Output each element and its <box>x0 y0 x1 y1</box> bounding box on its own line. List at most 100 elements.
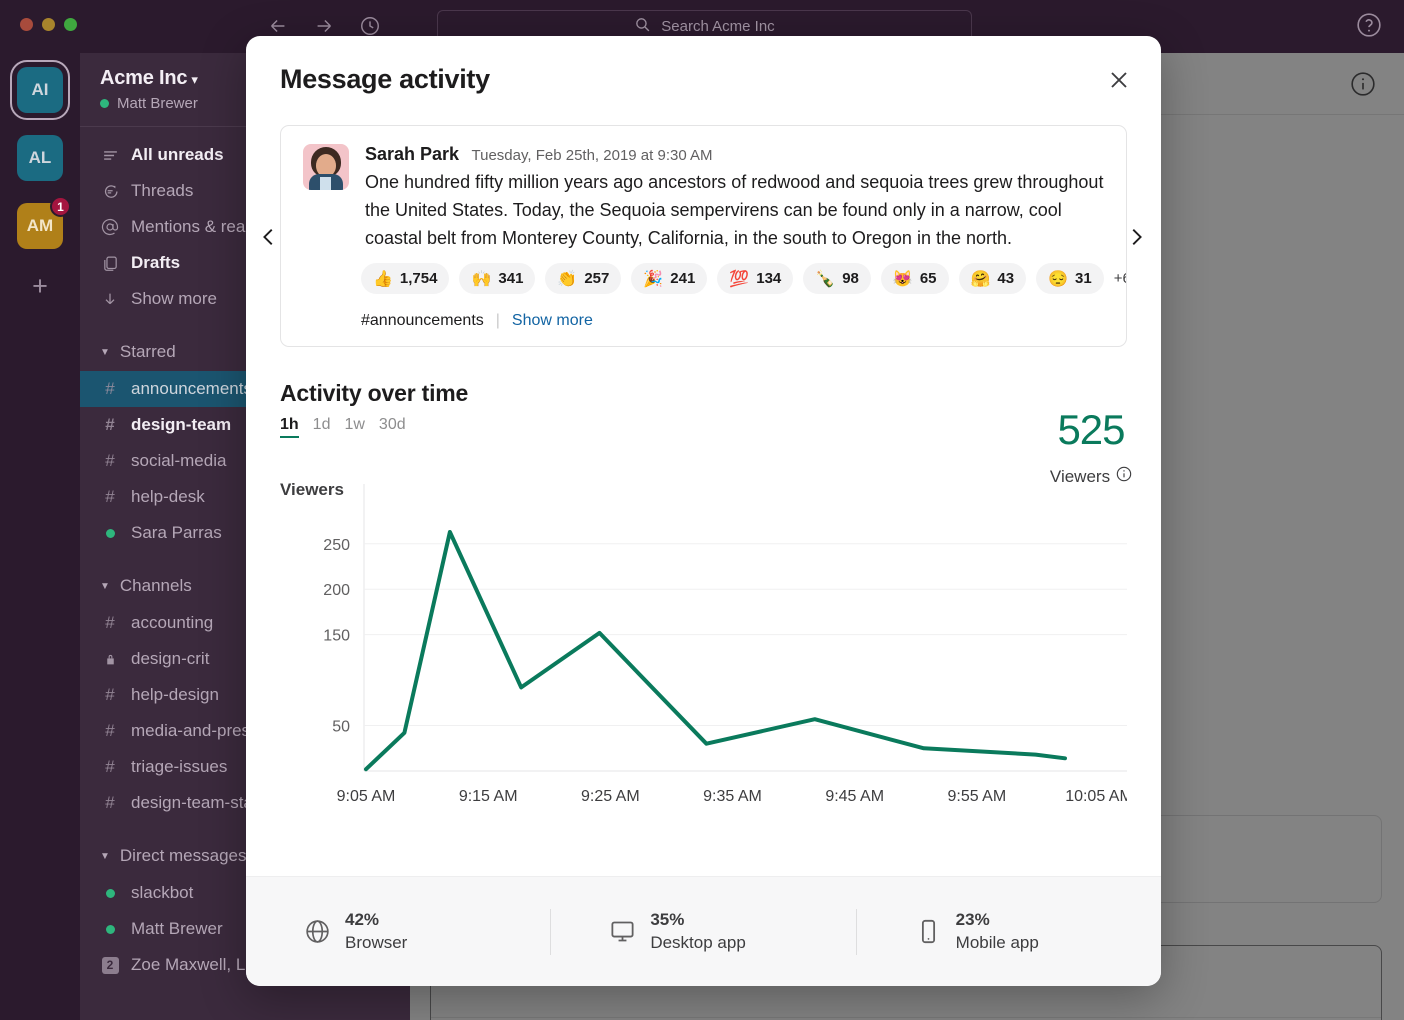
monitor-icon <box>609 918 636 945</box>
sidebar-item-label: Show more <box>131 289 217 308</box>
workspace-initials: AM <box>26 216 54 235</box>
reaction-pill[interactable]: 🍾 98 <box>803 263 871 294</box>
sidebar-item-label: Threads <box>131 181 194 200</box>
reaction-pill[interactable]: 👍 1,754 <box>361 263 450 294</box>
reaction-pill[interactable]: 🙌 341 <box>459 263 536 294</box>
more-reactions-label[interactable]: +6 <box>1114 270 1126 287</box>
app-window: Search Acme Inc AI AL AM 1 + Acme Inc▾ <box>0 0 1404 1020</box>
viewers-value: 525 <box>1057 406 1125 453</box>
help-circle-icon[interactable] <box>1356 12 1382 43</box>
reaction-emoji: 🎉 <box>643 270 664 288</box>
workspace-initials: AI <box>31 80 49 99</box>
sidebar-item-label: design-team <box>131 415 232 434</box>
device-label: Mobile app <box>955 933 1039 952</box>
svg-text:9:15 AM: 9:15 AM <box>459 788 518 805</box>
workspace-initials: AL <box>28 148 52 167</box>
reaction-emoji: 👍 <box>373 270 393 288</box>
svg-text:9:45 AM: 9:45 AM <box>825 788 884 805</box>
phone-icon <box>915 918 942 945</box>
reaction-pill[interactable]: 🎉 241 <box>631 263 708 294</box>
sidebar-item-label: Drafts <box>131 253 181 272</box>
svg-text:9:35 AM: 9:35 AM <box>703 788 762 805</box>
reaction-emoji: 🤗 <box>970 270 991 288</box>
reaction-emoji: 😔 <box>1048 270 1069 288</box>
hash-icon: # <box>105 793 115 812</box>
reaction-count: 134 <box>756 270 782 287</box>
message-activity-modal: Message activity Sarah Park Tuesday, Feb… <box>246 36 1161 986</box>
message-author: Sarah Park <box>365 144 460 164</box>
reaction-pill[interactable]: 😻 65 <box>880 263 949 294</box>
chevron-down-icon: ▾ <box>191 72 198 87</box>
maximize-window-button[interactable] <box>64 18 77 31</box>
channel-link[interactable]: #announcements <box>361 312 484 330</box>
message-text: One hundred fifty million years ago ance… <box>365 172 1104 248</box>
hash-icon: # <box>105 613 115 632</box>
svg-text:50: 50 <box>332 719 350 736</box>
caret-down-icon: ▼ <box>100 346 110 358</box>
lock-icon <box>100 652 120 667</box>
tab-30d[interactable]: 30d <box>379 416 406 438</box>
drafts-icon <box>100 255 120 272</box>
unread-badge: 1 <box>50 196 71 217</box>
sidebar-item-label: help-design <box>131 685 219 704</box>
avatar <box>303 144 349 190</box>
message-preview-card[interactable]: Sarah Park Tuesday, Feb 25th, 2019 at 9:… <box>280 125 1127 347</box>
close-window-button[interactable] <box>20 18 33 31</box>
sidebar-item-label: slackbot <box>131 883 194 902</box>
reaction-pill[interactable]: 🤗 43 <box>958 263 1027 294</box>
sidebar-item-label: media-and-press <box>131 721 259 740</box>
hash-icon: # <box>105 451 115 470</box>
reaction-count: 241 <box>670 270 696 287</box>
device-label: Browser <box>345 933 408 952</box>
workspace-switcher-item[interactable]: AI <box>10 60 70 120</box>
activity-heading: Activity over time <box>280 380 469 406</box>
sidebar-item-label: announcements <box>131 379 252 398</box>
sidebar-item-label: triage-issues <box>131 757 228 776</box>
svg-text:150: 150 <box>323 628 350 645</box>
device-percent: 23% <box>955 910 990 929</box>
reaction-pill[interactable]: 😔 31 <box>1036 263 1104 294</box>
device-stat-mobile: 23% Mobile app <box>857 910 1161 953</box>
sidebar-section-label: Direct messages <box>119 846 247 865</box>
add-workspace-button[interactable]: + <box>32 273 48 300</box>
reaction-pill[interactable]: 💯 134 <box>717 263 794 294</box>
hash-icon: # <box>105 487 115 506</box>
svg-text:10:05 AM: 10:05 AM <box>1065 788 1127 805</box>
svg-text:250: 250 <box>323 537 350 554</box>
search-icon <box>634 16 651 37</box>
reaction-count: 257 <box>584 270 610 287</box>
device-stat-desktop: 35% Desktop app <box>551 910 855 953</box>
current-user-name: Matt Brewer <box>117 95 198 112</box>
thread-icon <box>100 183 120 200</box>
info-circle-icon[interactable] <box>1350 71 1376 102</box>
page-title: Message activity <box>280 64 490 94</box>
chart-svg: 50 150 200 250 9:05 AM 9:15 AM 9:25 AM 9:35 AM 9… <box>323 484 1127 805</box>
tab-1d[interactable]: 1d <box>313 416 331 438</box>
caret-down-icon: ▼ <box>100 850 110 862</box>
reaction-pill[interactable]: 👏 257 <box>545 263 622 294</box>
presence-dot-icon <box>100 924 120 934</box>
show-more-link[interactable]: Show more <box>512 312 593 330</box>
minimize-window-button[interactable] <box>42 18 55 31</box>
tab-1w[interactable]: 1w <box>344 416 364 438</box>
reaction-emoji: 💯 <box>729 270 750 288</box>
count-badge: 2 <box>100 956 120 974</box>
message-card-footer: #announcements | Show more <box>361 312 593 330</box>
message-timestamp: Tuesday, Feb 25th, 2019 at 9:30 AM <box>471 147 713 164</box>
svg-text:200: 200 <box>323 582 350 599</box>
workspace-switcher-item[interactable]: AL <box>17 135 63 181</box>
tab-1h[interactable]: 1h <box>280 416 299 438</box>
hash-icon: # <box>105 685 115 704</box>
device-breakdown-footer: 42% Browser 35% Desktop app 23% Mobile a… <box>246 876 1161 986</box>
sidebar-item-label: social-media <box>131 451 227 470</box>
reaction-emoji: 🙌 <box>471 270 492 288</box>
hash-icon: # <box>105 757 115 776</box>
sidebar-section-label: Starred <box>119 342 176 361</box>
reaction-count: 98 <box>842 270 859 287</box>
search-placeholder: Search Acme Inc <box>661 18 775 35</box>
workspace-switcher-item[interactable]: AM 1 <box>17 196 71 249</box>
at-icon <box>100 218 120 236</box>
svg-text:9:05 AM: 9:05 AM <box>337 788 396 805</box>
reaction-emoji: 🍾 <box>815 270 836 288</box>
close-icon[interactable] <box>1105 66 1133 94</box>
